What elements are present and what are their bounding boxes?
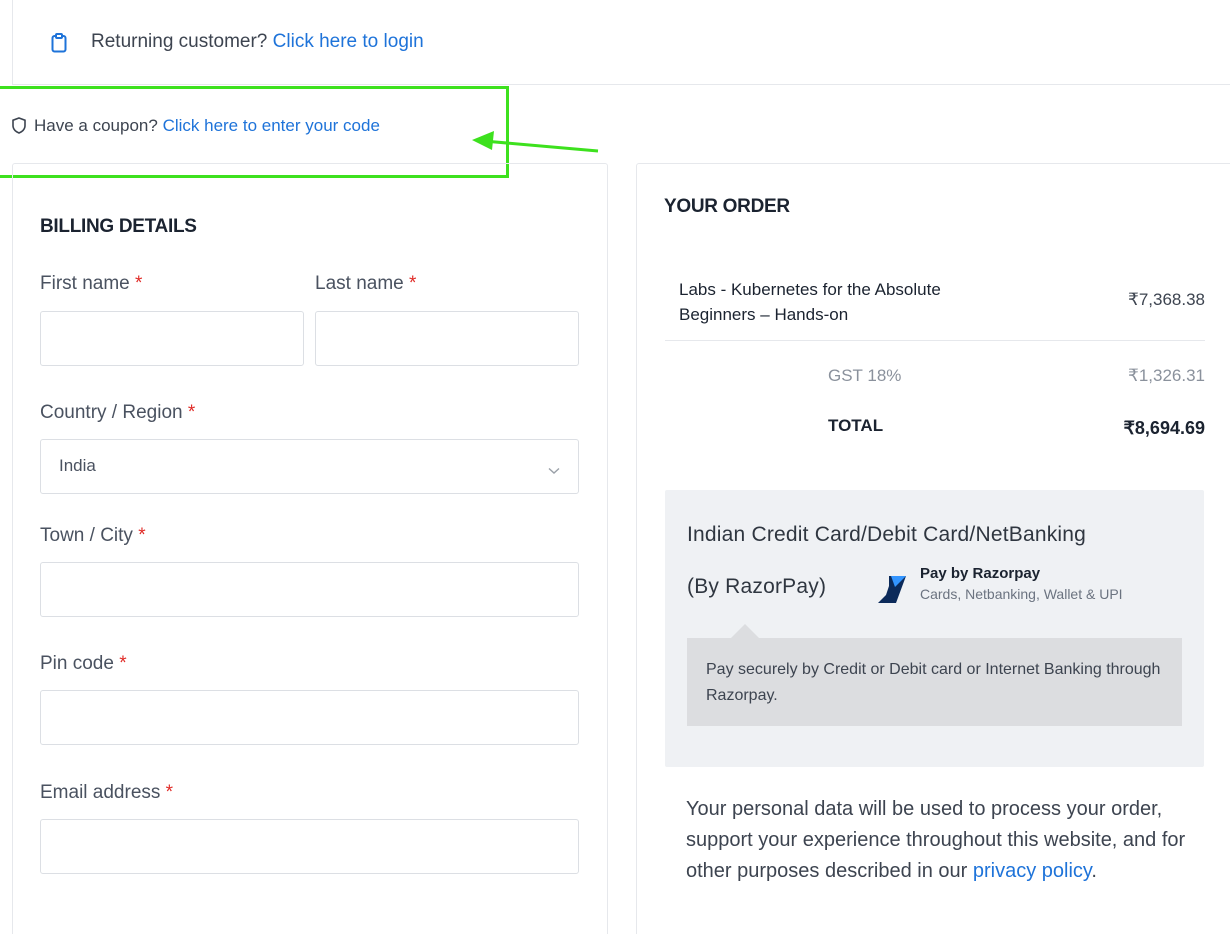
order-item-price: ₹7,368.38 <box>1128 290 1205 309</box>
chevron-down-icon <box>548 462 560 480</box>
required-mark: * <box>138 525 146 546</box>
login-link[interactable]: Click here to login <box>273 31 424 52</box>
last-name-input[interactable] <box>315 311 579 366</box>
payment-method-title[interactable]: Indian Credit Card/Debit Card/NetBanking <box>687 523 1086 547</box>
privacy-notice: Your personal data will be used to proce… <box>686 794 1196 887</box>
clipboard-icon <box>51 33 67 58</box>
email-label: Email address * <box>40 782 174 803</box>
email-input[interactable] <box>40 819 579 874</box>
last-name-label: Last name * <box>315 273 417 294</box>
login-notice: Returning customer? Click here to login <box>12 0 1230 85</box>
city-input[interactable] <box>40 562 579 617</box>
required-mark: * <box>187 402 196 423</box>
razorpay-logo-title: Pay by Razorpay <box>920 565 1041 582</box>
total-label: TOTAL <box>828 416 884 435</box>
razorpay-logo-icon <box>878 576 906 603</box>
required-mark: * <box>409 273 417 294</box>
total-value: ₹8,694.69 <box>1123 418 1205 438</box>
payment-description-pointer <box>731 624 759 638</box>
required-mark: * <box>165 782 174 803</box>
payment-method-provider: (By RazorPay) <box>687 575 827 598</box>
billing-heading: BILLING DETAILS <box>40 216 197 237</box>
required-mark: * <box>135 273 143 294</box>
payment-description: Pay securely by Credit or Debit card or … <box>706 661 1161 704</box>
annotation-arrow <box>472 131 599 153</box>
gst-value: ₹1,326.31 <box>1128 366 1205 385</box>
privacy-notice-end: . <box>1091 860 1097 882</box>
required-mark: * <box>119 653 127 674</box>
privacy-policy-link[interactable]: privacy policy <box>973 860 1092 882</box>
city-label: Town / City * <box>40 525 146 546</box>
first-name-input[interactable] <box>40 311 304 366</box>
country-select[interactable]: India <box>40 439 579 494</box>
gst-label: GST 18% <box>828 366 902 385</box>
login-notice-text: Returning customer? <box>91 31 268 52</box>
country-select-value: India <box>59 456 96 475</box>
order-heading: YOUR ORDER <box>664 196 790 217</box>
privacy-notice-text: Your personal data will be used to proce… <box>686 798 1186 882</box>
first-name-label: First name * <box>40 273 143 294</box>
order-item-name: Labs - Kubernetes for the Absolute Begin… <box>679 280 941 324</box>
pin-code-label: Pin code * <box>40 653 127 674</box>
order-divider <box>665 340 1205 341</box>
razorpay-logo-subtitle: Cards, Netbanking, Wallet & UPI <box>920 586 1123 602</box>
pin-code-input[interactable] <box>40 690 579 745</box>
country-label: Country / Region * <box>40 402 196 423</box>
